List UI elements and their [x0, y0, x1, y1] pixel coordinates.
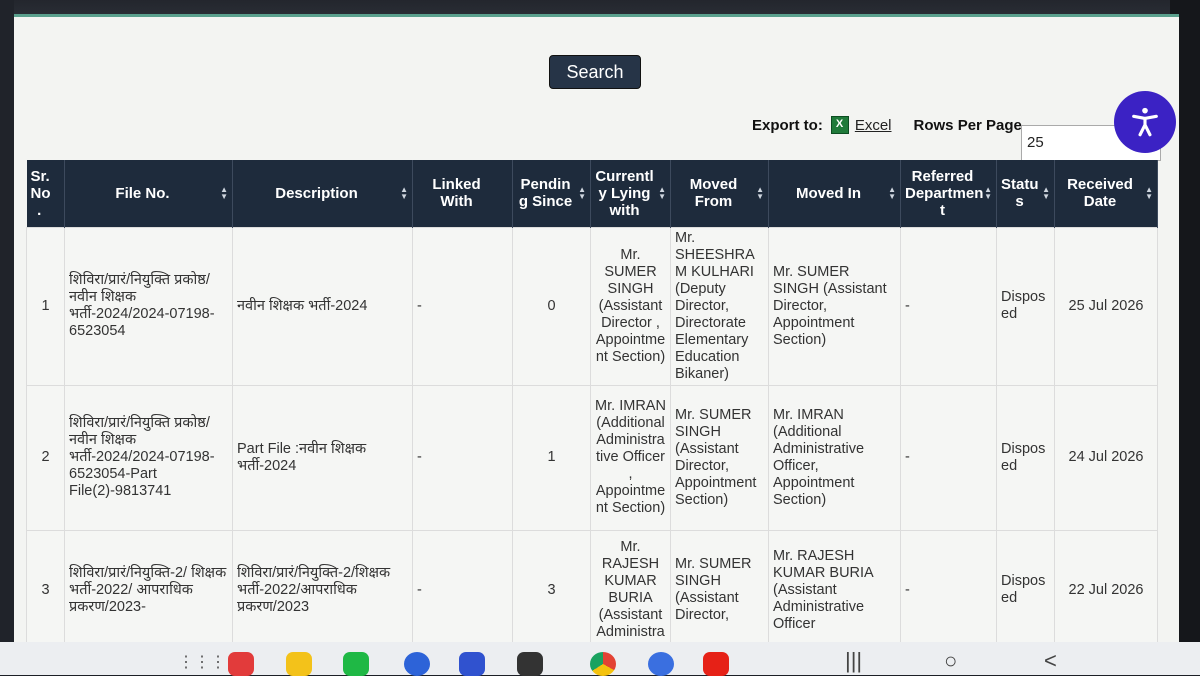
sort-icon[interactable]: ▲ ▼: [220, 186, 228, 201]
table-cell: 3: [512, 529, 591, 646]
table-row[interactable]: 1 शिविरा/प्रारं/नियुक्ति प्रकोष्ठ/ नवीन …: [26, 226, 1158, 386]
table-cell: Dispos ed: [996, 226, 1055, 386]
table-cell: -: [900, 384, 997, 531]
search-button[interactable]: Search: [549, 55, 641, 89]
export-label: Export to:: [752, 116, 823, 134]
column-header[interactable]: Moved In ▲ ▼: [768, 160, 901, 227]
table-cell: Part File :नवीन शिक्षक भर्ती-2024: [232, 384, 413, 531]
sort-icon[interactable]: ▲ ▼: [400, 186, 408, 201]
files-table: Sr. No . File No. ▲ ▼ Description ▲ ▼ Linked…: [26, 160, 1158, 646]
table-cell: 2: [26, 384, 65, 531]
table-cell: 24 Jul 2026: [1054, 384, 1158, 531]
rows-per-page-label: Rows Per Page: [913, 116, 1022, 134]
sort-icon[interactable]: ▲ ▼: [1145, 186, 1153, 201]
table-cell: Mr. IMRAN (Additional Administrative Off…: [768, 384, 901, 531]
excel-icon[interactable]: [830, 116, 849, 134]
column-header[interactable]: Linked With: [412, 160, 513, 227]
table-cell: -: [412, 529, 513, 646]
accessibility-icon[interactable]: [1114, 91, 1176, 153]
table-cell: Mr. RAJESH KUMAR BURIA (Assistant Admini…: [768, 529, 901, 646]
browser-page: Search Export to: Excel Rows Per Page 25…: [14, 14, 1179, 646]
back-icon[interactable]: <: [1044, 648, 1057, 674]
table-cell: Mr. RAJESH KUMAR BURIA (Assistant Admini…: [590, 529, 671, 646]
home-icon[interactable]: ○: [944, 648, 957, 674]
apps-grid-icon[interactable]: ⋮⋮⋮: [178, 652, 226, 676]
table-cell: Mr. SUMER SINGH (Assistant Director, App…: [768, 226, 901, 386]
camera-icon[interactable]: [517, 652, 543, 676]
column-header[interactable]: Pendin g Since ▲ ▼: [512, 160, 591, 227]
sort-icon[interactable]: ▲ ▼: [578, 186, 586, 201]
column-header[interactable]: Referred Departmen t ▲ ▼: [900, 160, 997, 227]
table-cell: 22 Jul 2026: [1054, 529, 1158, 646]
table-row[interactable]: 2 शिविरा/प्रारं/नियुक्ति प्रकोष्ठ/ नवीन …: [26, 384, 1158, 531]
table-cell: Dispos ed: [996, 384, 1055, 531]
settings-icon[interactable]: [648, 652, 674, 676]
sort-icon[interactable]: ▲ ▼: [984, 186, 992, 201]
sort-icon[interactable]: ▲ ▼: [888, 186, 896, 201]
table-cell: -: [412, 226, 513, 386]
table-cell: 1: [26, 226, 65, 386]
column-header[interactable]: Statu s ▲ ▼: [996, 160, 1055, 227]
table-cell: Mr. SUMER SINGH (Assistant Director , Ap…: [590, 226, 671, 386]
table-cell: -: [900, 226, 997, 386]
table-cell: शिविरा/प्रारं/नियुक्ति-2/शिक्षक भर्ती-20…: [232, 529, 413, 646]
monitor-bezel-left: [0, 0, 14, 675]
column-header[interactable]: Moved From ▲ ▼: [670, 160, 769, 227]
table-cell: 3: [26, 529, 65, 646]
taskbar: ⋮⋮⋮ ||| ○ <: [0, 642, 1200, 676]
export-row: Export to: Excel Rows Per Page: [752, 116, 1022, 134]
table-row[interactable]: 3 शिविरा/प्रारं/नियुक्ति-2/ शिक्षक भर्ती…: [26, 529, 1158, 646]
column-header[interactable]: Description ▲ ▼: [232, 160, 413, 227]
sort-icon[interactable]: ▲ ▼: [1042, 186, 1050, 201]
column-header[interactable]: Currentl y Lying with ▲ ▼: [590, 160, 671, 227]
table-cell: Mr. IMRAN (Additional Administra tive Of…: [590, 384, 671, 531]
youtube-icon[interactable]: [703, 652, 729, 676]
table-cell: 0: [512, 226, 591, 386]
recent-apps-icon[interactable]: |||: [845, 648, 862, 674]
browser-icon[interactable]: [459, 652, 485, 676]
table-cell[interactable]: शिविरा/प्रारं/नियुक्ति-2/ शिक्षक भर्ती-2…: [64, 529, 233, 646]
chrome-icon[interactable]: [590, 652, 616, 676]
table-cell: -: [412, 384, 513, 531]
column-header[interactable]: File No. ▲ ▼: [64, 160, 233, 227]
table-cell[interactable]: शिविरा/प्रारं/नियुक्ति प्रकोष्ठ/ नवीन शि…: [64, 226, 233, 386]
table-cell: Mr. SUMER SINGH (Assistant Director,: [670, 529, 769, 646]
excel-link[interactable]: Excel: [855, 117, 892, 134]
table-cell: Mr. SUMER SINGH (Assistant Director, App…: [670, 384, 769, 531]
table-cell: Mr. SHEESHRA M KULHARI (Deputy Director,…: [670, 226, 769, 386]
table-cell: 25 Jul 2026: [1054, 226, 1158, 386]
table-cell: Dispos ed: [996, 529, 1055, 646]
table-header-row: Sr. No . File No. ▲ ▼ Description ▲ ▼ Linked…: [26, 160, 1158, 227]
phone-icon[interactable]: [343, 652, 369, 676]
sort-icon[interactable]: ▲ ▼: [658, 186, 666, 201]
table-cell: 1: [512, 384, 591, 531]
table-cell: नवीन शिक्षक भर्ती-2024: [232, 226, 413, 386]
sort-icon[interactable]: ▲ ▼: [756, 186, 764, 201]
column-header[interactable]: Sr. No .: [26, 160, 65, 227]
notes-icon[interactable]: [286, 652, 312, 676]
table-cell[interactable]: शिविरा/प्रारं/नियुक्ति प्रकोष्ठ/ नवीन शि…: [64, 384, 233, 531]
red-app-icon[interactable]: [228, 652, 254, 676]
messages-icon[interactable]: [404, 652, 430, 676]
column-header[interactable]: Received Date ▲ ▼: [1054, 160, 1158, 227]
table-cell: -: [900, 529, 997, 646]
